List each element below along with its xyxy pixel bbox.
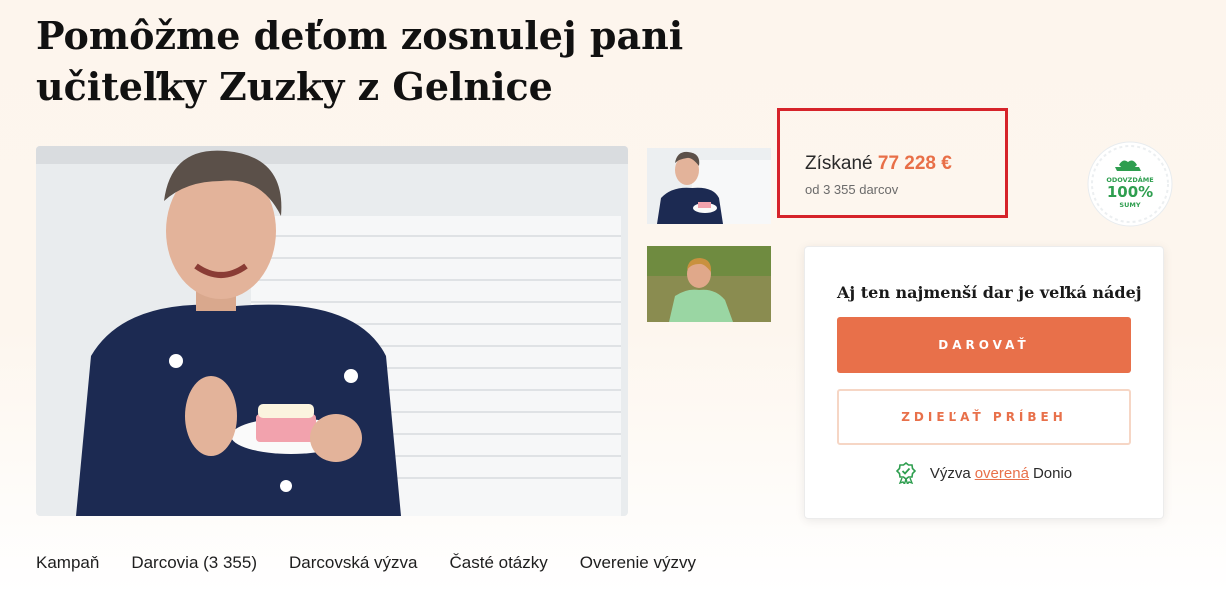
verified-suffix: Donio: [1032, 464, 1073, 482]
verified-notice: Výzva overená Donio: [805, 462, 1163, 484]
thumbnail-2[interactable]: [647, 246, 771, 322]
full-amount-badge: ODOVZDÁME 100% SUMY: [1087, 141, 1173, 227]
tab-donation-challenge[interactable]: Darcovská výzva: [289, 553, 417, 573]
donors-count: od 3 355 darcov: [805, 182, 899, 197]
tab-faq[interactable]: Časté otázky: [449, 553, 547, 573]
raised-total: Získané 77 228 €: [805, 153, 952, 175]
share-story-button[interactable]: ZDIEĽAŤ PRÍBEH: [837, 389, 1131, 445]
donate-card-heading: Aj ten najmenší dar je veľká nádej: [837, 283, 1142, 302]
verified-badge-icon: [895, 462, 916, 484]
donate-button[interactable]: DAROVAŤ: [837, 317, 1131, 373]
tab-verification[interactable]: Overenie výzvy: [580, 553, 696, 573]
raised-stats-box: Získané 77 228 € od 3 355 darcov: [777, 108, 1008, 218]
main-photo[interactable]: [36, 146, 628, 516]
woman-by-lake-thumbnail: [647, 246, 771, 322]
verified-prefix: Výzva: [929, 464, 971, 482]
tab-donors[interactable]: Darcovia (3 355): [131, 553, 257, 573]
raised-label: Získané: [805, 153, 873, 174]
tab-campaign[interactable]: Kampaň: [36, 553, 99, 573]
campaign-tabs: Kampaň Darcovia (3 355) Darcovská výzva …: [36, 553, 728, 573]
thumbnail-1[interactable]: [647, 148, 771, 224]
badge-bottom-text: SUMY: [1119, 201, 1140, 209]
badge-percent: 100%: [1107, 183, 1153, 201]
verified-link[interactable]: overená: [975, 465, 1029, 482]
raised-amount: 77 228 €: [877, 153, 952, 174]
page-title: Pomôžme deťom zosnulej pani učiteľky Zuz…: [36, 13, 684, 109]
donate-card: Aj ten najmenší dar je veľká nádej DAROV…: [804, 246, 1164, 519]
woman-with-cake-thumbnail: [647, 148, 771, 224]
woman-with-cake-photo: [36, 146, 628, 516]
